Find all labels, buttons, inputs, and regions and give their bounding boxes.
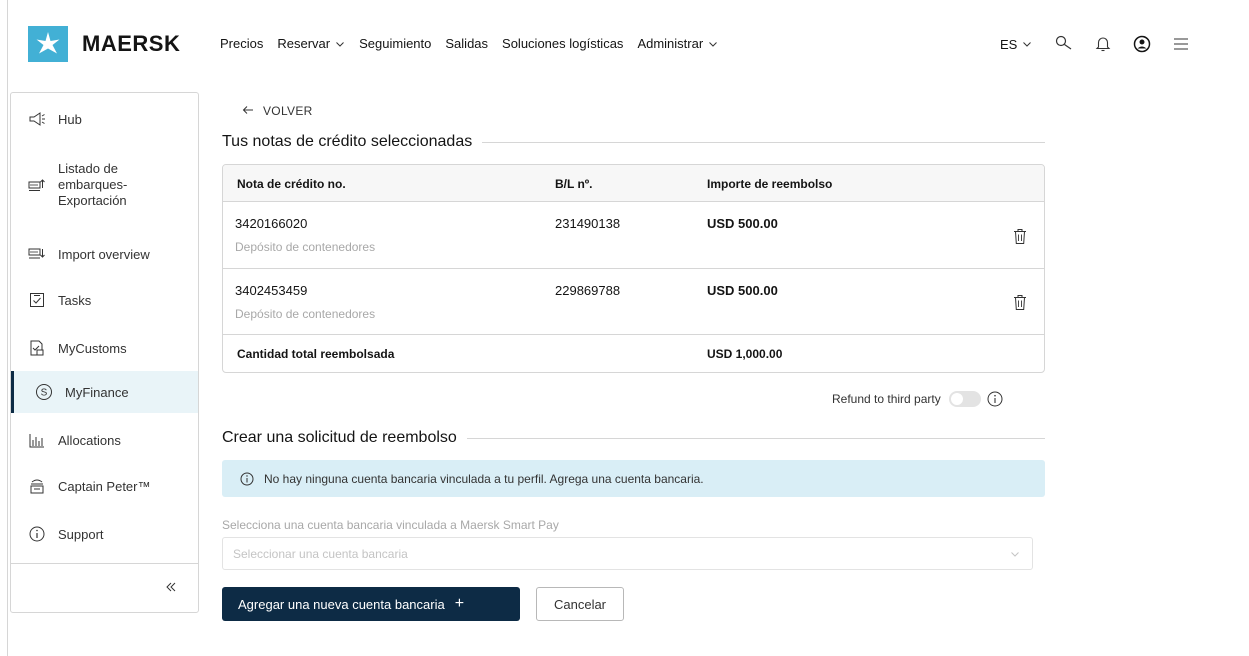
total-row: Cantidad total reembolsada USD 1,000.00 [223,335,1044,372]
sidebar-item-tasks[interactable]: Tasks [11,289,198,311]
refund-amount: USD 500.00 [707,216,778,231]
nav-soluciones[interactable]: Soluciones logísticas [502,36,623,51]
bank-account-label: Selecciona una cuenta bancaria vinculada… [222,518,559,532]
language-selector[interactable]: ES [1000,37,1032,52]
header-amount: Importe de reembolso [707,177,833,191]
plus-icon: + [454,595,465,612]
captain-icon [28,477,46,495]
top-header: MAERSK Precios Reservar Seguimiento Sali… [0,0,1249,90]
info-icon [240,472,254,485]
sidebar-item-support[interactable]: Support [11,523,198,545]
back-link[interactable]: VOLVER [242,104,313,118]
sidebar-item-hub[interactable]: Hub [11,107,198,131]
svg-text:S: S [41,388,48,399]
alert-text: No hay ninguna cuenta bancaria vinculada… [264,471,704,486]
refund-third-party-toggle[interactable] [948,391,981,407]
table-row: 3402453459 Depósito de contenedores 2298… [223,269,1044,335]
refund-request-title: Crear una solicitud de reembolso [222,429,1045,447]
export-icon [28,176,46,194]
chevron-down-icon [709,41,718,47]
double-chevron-left-icon[interactable] [161,577,181,597]
refund-amount: USD 500.00 [707,283,778,298]
info-icon [28,525,46,543]
sidebar-item-label: MyFinance [65,384,129,400]
nav-seguimiento[interactable]: Seguimiento [359,36,431,51]
main-nav: Precios Reservar Seguimiento Salidas Sol… [220,36,732,51]
selected-notes-title: Tus notas de crédito seleccionadas [222,133,1045,151]
checkbox-icon [28,291,46,309]
add-bank-account-button[interactable]: Agregar una nueva cuenta bancaria + [222,587,520,621]
menu-icon[interactable] [1171,34,1191,54]
sidebar-item-label: embarques- [58,177,128,192]
bank-account-placeholder: Seleccionar una cuenta bancaria [233,546,408,561]
sidebar: Hub Listado de embarques- Exportación Im… [10,92,199,613]
table-header: Nota de crédito no. B/L nº. Importe de r… [223,165,1044,202]
credit-note-number: 3402453459 [235,283,308,298]
maersk-logo[interactable]: MAERSK [28,26,180,62]
sidebar-item-mycustoms[interactable]: MyCustoms [11,337,198,359]
sidebar-item-myfinance[interactable]: S MyFinance [11,371,198,413]
nav-administrar[interactable]: Administrar [637,36,718,51]
title-divider [482,141,1045,143]
sidebar-item-label: MyCustoms [58,340,127,356]
sidebar-item-label: Captain Peter™ [58,478,151,494]
add-bank-account-label: Agregar una nueva cuenta bancaria [238,596,445,612]
import-icon [28,245,46,263]
cancel-button[interactable]: Cancelar [536,587,624,621]
sidebar-divider [11,563,198,564]
refund-third-party-label: Refund to third party [832,392,941,406]
chevron-down-icon [336,41,344,47]
credit-note-description: Depósito de contenedores [235,240,376,254]
sidebar-item-captain-peter[interactable]: Captain Peter™ [11,475,198,497]
chevron-down-icon [1011,552,1019,557]
credit-notes-table: Nota de crédito no. B/L nº. Importe de r… [222,164,1045,373]
customs-icon [28,339,46,357]
bank-account-select[interactable]: Seleccionar una cuenta bancaria [222,537,1033,570]
no-bank-account-alert: No hay ninguna cuenta bancaria vinculada… [222,460,1045,497]
header-tools: ES [1000,34,1210,54]
chevron-down-icon [1023,42,1032,47]
sidebar-item-label: Exportación [58,193,127,208]
sidebar-item-import-overview[interactable]: Import overview [11,243,198,265]
sidebar-item-label: Listado de [58,161,118,176]
credit-note-description: Depósito de contenedores [235,307,376,321]
trash-icon[interactable] [1013,294,1029,312]
total-label: Cantidad total reembolsada [237,347,395,361]
sidebar-item-allocations[interactable]: Allocations [11,429,198,451]
back-label: VOLVER [263,104,313,118]
brand-name: MAERSK [82,31,181,56]
cancel-label: Cancelar [553,596,607,612]
nav-salidas[interactable]: Salidas [445,36,488,51]
finance-icon: S [35,383,53,401]
bl-number: 229869788 [555,283,621,298]
header-credit-note: Nota de crédito no. [237,177,346,191]
table-row: 3420166020 Depósito de contenedores 2314… [223,202,1044,269]
star-icon [28,26,68,62]
arrow-left-icon [242,104,254,118]
nav-precios[interactable]: Precios [220,36,263,51]
sidebar-item-label: Hub [58,111,82,127]
refund-third-party: Refund to third party [832,391,1003,407]
bl-number: 231490138 [555,216,621,231]
page-edge [7,0,8,656]
sidebar-item-export-list[interactable]: Listado de embarques- Exportación [11,157,198,213]
sidebar-item-label: Support [58,526,104,542]
megaphone-icon [28,110,46,128]
total-amount: USD 1,000.00 [707,347,783,361]
title-divider [466,437,1045,439]
sidebar-item-label: Allocations [58,432,121,448]
bar-chart-icon [28,431,46,449]
bell-icon[interactable] [1093,34,1113,54]
sidebar-item-label: Tasks [58,292,92,308]
user-icon[interactable] [1132,34,1152,54]
sidebar-item-label: Import overview [58,246,150,262]
credit-note-number: 3420166020 [235,216,308,231]
nav-reservar[interactable]: Reservar [277,36,345,51]
trash-icon[interactable] [1013,228,1029,246]
header-bl: B/L nº. [555,177,593,191]
search-icon[interactable] [1054,34,1074,54]
info-icon[interactable] [987,391,1003,407]
